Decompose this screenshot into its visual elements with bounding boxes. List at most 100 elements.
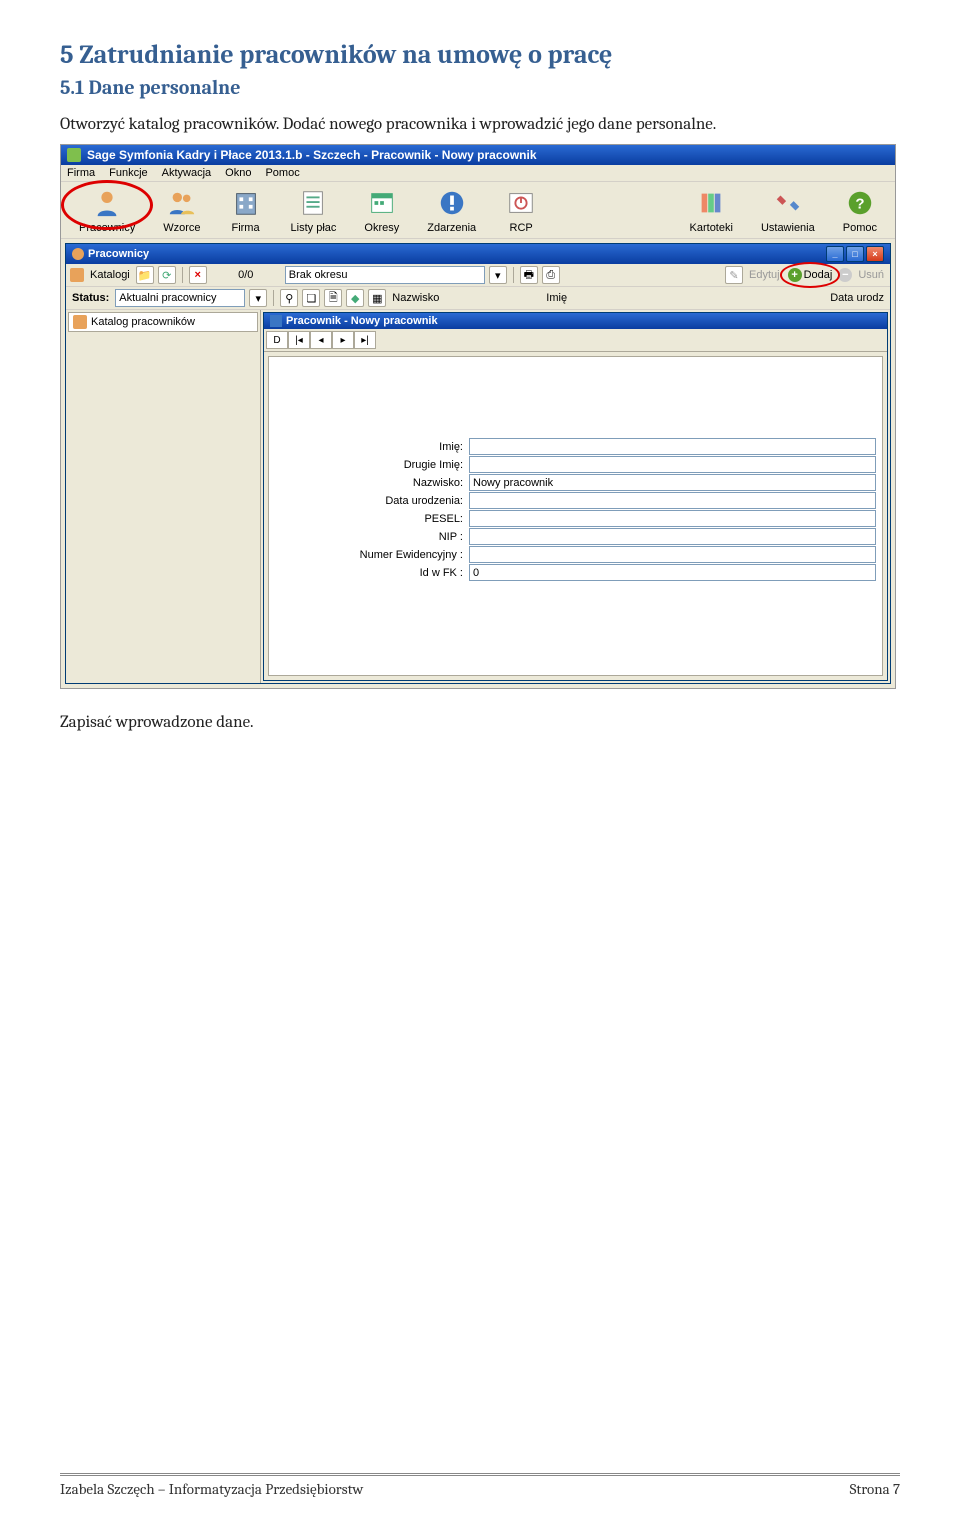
menu-firma[interactable]: Firma xyxy=(67,167,95,179)
nav-last-button[interactable]: ▸| xyxy=(354,331,376,349)
paragraph-2: Zapisać wprowadzone dane. xyxy=(60,713,900,732)
list-icon xyxy=(296,186,330,220)
tools-icon xyxy=(771,186,805,220)
footer-left: Izabela Szczęch – Informatyzacja Przedsi… xyxy=(60,1480,363,1498)
menu-pomoc[interactable]: Pomoc xyxy=(265,167,299,179)
edit-pencil-icon[interactable]: ✎ xyxy=(725,266,743,284)
pracownicy-toolstrip-2: Status: ▾ ⚲ ❏ 🗎 ◆ ▦ Nazwisko Imię Data u… xyxy=(66,287,890,310)
dodaj-button[interactable]: + Dodaj xyxy=(786,268,835,282)
nazwisko-label: Nazwisko: xyxy=(269,477,469,489)
paragraph-1: Otworzyć katalog pracowników. Dodać nowe… xyxy=(60,115,900,134)
files-icon xyxy=(694,186,728,220)
toolbar-label: Ustawienia xyxy=(761,222,815,234)
minimize-button[interactable]: _ xyxy=(826,246,844,262)
people-tree-icon xyxy=(73,315,87,329)
nip-label: NIP : xyxy=(269,531,469,543)
katalogi-label[interactable]: Katalogi xyxy=(88,269,132,281)
numer-ewidencyjny-input[interactable] xyxy=(469,546,876,563)
main-toolbar: Pracownicy Wzorce Firma Listy płac Okres… xyxy=(61,182,895,239)
maximize-button[interactable]: □ xyxy=(846,246,864,262)
footer-right: Strona 7 xyxy=(850,1480,900,1498)
nav-first-button[interactable]: |◂ xyxy=(288,331,310,349)
page-icon[interactable]: ❏ xyxy=(302,289,320,307)
export-icon[interactable]: ⎙ xyxy=(542,266,560,284)
toolbar-kartoteki[interactable]: Kartoteki xyxy=(676,184,747,236)
menu-okno[interactable]: Okno xyxy=(225,167,251,179)
tree-small-icon xyxy=(70,268,84,282)
pracownicy-title: Pracownicy xyxy=(88,248,149,260)
toolbar-pracownicy[interactable]: Pracownicy xyxy=(65,184,149,236)
toolbar-pomoc[interactable]: ? Pomoc xyxy=(829,184,891,236)
svg-text:?: ? xyxy=(855,196,864,213)
drugie-imie-input[interactable] xyxy=(469,456,876,473)
toolbar-label: RCP xyxy=(510,222,533,234)
imie-header: Imię xyxy=(544,292,694,304)
delete-x-icon[interactable]: × xyxy=(189,266,207,284)
menu-aktywacja[interactable]: Aktywacja xyxy=(162,167,212,179)
id-fk-label: Id w FK : xyxy=(269,567,469,579)
toolbar-label: Firma xyxy=(231,222,259,234)
menu-bar: Firma Funkcje Aktywacja Okno Pomoc xyxy=(61,165,895,182)
close-button[interactable]: × xyxy=(866,246,884,262)
pracownicy-window: Pracownicy _ □ × Katalogi 📁 ⟳ × 0/0 ▾ 🖶 … xyxy=(65,243,891,684)
people-icon xyxy=(165,186,199,220)
nav-next-button[interactable]: ▸ xyxy=(332,331,354,349)
menu-funkcje[interactable]: Funkcje xyxy=(109,167,148,179)
plus-icon: + xyxy=(788,268,802,282)
id-fk-input[interactable] xyxy=(469,564,876,581)
dropdown-icon[interactable]: ▾ xyxy=(489,266,507,284)
alert-icon xyxy=(435,186,469,220)
person-icon xyxy=(90,186,124,220)
nazwisko-input[interactable] xyxy=(469,474,876,491)
green-icon[interactable]: ◆ xyxy=(346,289,364,307)
toolbar-label: Kartoteki xyxy=(690,222,733,234)
numer-ewidencyjny-label: Numer Ewidencyjny : xyxy=(269,549,469,561)
nav-d-button[interactable]: D xyxy=(266,331,288,349)
tree-root-label: Katalog pracowników xyxy=(91,316,195,328)
data-urodzenia-input[interactable] xyxy=(469,492,876,509)
filter-icon[interactable]: ⚲ xyxy=(280,289,298,307)
edytuj-label[interactable]: Edytuj xyxy=(747,269,782,281)
toolbar-label: Okresy xyxy=(364,222,399,234)
nazwisko-header: Nazwisko xyxy=(390,292,540,304)
status-input[interactable] xyxy=(115,289,245,307)
drugie-imie-label: Drugie Imię: xyxy=(269,459,469,471)
pesel-input[interactable] xyxy=(469,510,876,527)
pracownicy-toolstrip-1: Katalogi 📁 ⟳ × 0/0 ▾ 🖶 ⎙ ✎ Edytuj + Doda… xyxy=(66,264,890,287)
toolbar-label: Wzorce xyxy=(163,222,200,234)
usun-label[interactable]: Usuń xyxy=(856,269,886,281)
folder-icon[interactable]: 📁 xyxy=(136,266,154,284)
grid-icon[interactable]: ▦ xyxy=(368,289,386,307)
imie-input[interactable] xyxy=(469,438,876,455)
toolbar-rcp[interactable]: RCP xyxy=(490,184,552,236)
toolbar-label: Zdarzenia xyxy=(427,222,476,234)
tree-panel: Katalog pracowników xyxy=(66,310,261,683)
toolbar-okresy[interactable]: Okresy xyxy=(350,184,413,236)
toolbar-listy-plac[interactable]: Listy płac xyxy=(277,184,351,236)
tree-root-button[interactable]: Katalog pracowników xyxy=(68,312,258,332)
doc-icon[interactable]: 🗎 xyxy=(324,289,342,307)
okres-input[interactable] xyxy=(285,266,485,284)
toolbar-ustawienia[interactable]: Ustawienia xyxy=(747,184,829,236)
status-dropdown-icon[interactable]: ▾ xyxy=(249,289,267,307)
minus-icon[interactable]: − xyxy=(838,268,852,282)
toolbar-label: Pracownicy xyxy=(79,222,135,234)
refresh-icon[interactable]: ⟳ xyxy=(158,266,176,284)
pesel-label: PESEL: xyxy=(269,513,469,525)
building-icon xyxy=(229,186,263,220)
dataurodz-header: Data urodz xyxy=(828,292,886,304)
app-window: Sage Symfonia Kadry i Płace 2013.1.b - S… xyxy=(60,144,896,689)
toolbar-wzorce[interactable]: Wzorce xyxy=(149,184,214,236)
clock-icon xyxy=(504,186,538,220)
right-panel: Pracownik - Nowy pracownik D |◂ ◂ ▸ ▸| I… xyxy=(261,310,890,683)
print-icon[interactable]: 🖶 xyxy=(520,266,538,284)
nav-prev-button[interactable]: ◂ xyxy=(310,331,332,349)
help-icon: ? xyxy=(843,186,877,220)
toolbar-zdarzenia[interactable]: Zdarzenia xyxy=(413,184,490,236)
toolbar-firma[interactable]: Firma xyxy=(215,184,277,236)
counter-label: 0/0 xyxy=(211,269,281,281)
heading-5: 5 Zatrudnianie pracowników na umowę o pr… xyxy=(60,40,900,70)
nip-input[interactable] xyxy=(469,528,876,545)
calendar-icon xyxy=(365,186,399,220)
toolbar-label: Pomoc xyxy=(843,222,877,234)
